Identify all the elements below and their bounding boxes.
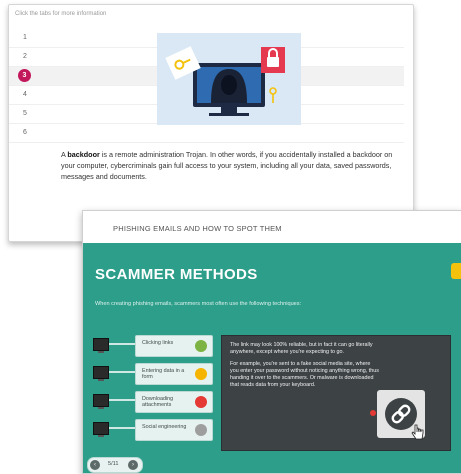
attachment-icon	[195, 396, 207, 408]
backdoor-description: A backdoor is a remote administration Tr…	[61, 150, 393, 181]
method-social-engineering[interactable]: Social engineering	[93, 419, 221, 443]
link-tile	[377, 390, 425, 440]
monitor-icon	[93, 422, 109, 437]
backdoor-illustration	[157, 33, 301, 125]
tabs-card: Click the tabs for more information 1 2 …	[8, 4, 414, 242]
backdoor-term: backdoor	[67, 150, 100, 159]
menu-tab-icon[interactable]	[451, 263, 461, 279]
method-entering-data[interactable]: Entering data in a form	[93, 363, 221, 387]
people-icon	[195, 424, 207, 436]
cursor-hand-icon	[411, 424, 424, 440]
course-title: PHISHING EMAILS AND HOW TO SPOT THEM	[113, 224, 282, 233]
scammer-methods-card: PHISHING EMAILS AND HOW TO SPOT THEM SCA…	[82, 210, 461, 474]
hacker-monitor-icon	[157, 33, 301, 125]
slide-title: SCAMMER METHODS	[95, 266, 258, 283]
slide-subtitle: When creating phishing emails, scammers …	[95, 301, 302, 307]
form-icon	[195, 368, 207, 380]
prev-slide-button[interactable]: ‹	[90, 460, 100, 470]
monitor-icon	[93, 338, 109, 353]
active-tab-badge: 3	[18, 69, 31, 82]
monitor-icon	[93, 394, 109, 409]
detail-paragraph-1: The link may look 100% reliable, but in …	[230, 342, 373, 355]
tab-6[interactable]: 6	[9, 124, 404, 143]
next-slide-button[interactable]: ›	[128, 460, 138, 470]
method-detail-panel: The link may look 100% reliable, but in …	[221, 335, 451, 451]
monitor-icon	[93, 366, 109, 381]
link-icon	[195, 340, 207, 352]
method-clicking-links[interactable]: Clicking links	[93, 335, 221, 359]
course-header: PHISHING EMAILS AND HOW TO SPOT THEM	[83, 211, 461, 243]
tabs-hint: Click the tabs for more information	[15, 11, 107, 17]
detail-paragraph-2: For example, you're sent to a fake socia…	[230, 361, 379, 388]
slide-navigation: ‹ 5/11 ›	[87, 457, 143, 473]
hotspot-dot[interactable]	[370, 410, 376, 416]
slide-counter: 5/11	[108, 461, 119, 467]
method-downloading-attachments[interactable]: Downloading attachments	[93, 391, 221, 415]
